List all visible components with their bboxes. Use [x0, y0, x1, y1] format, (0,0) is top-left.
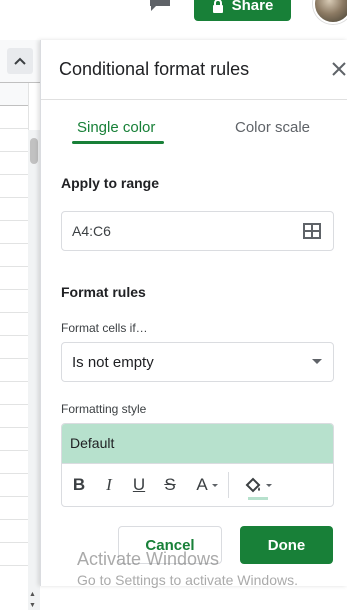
- text-color-label: A: [196, 475, 208, 494]
- panel-divider: [41, 99, 347, 100]
- dropdown-caret-icon[interactable]: [312, 359, 322, 364]
- scrollbar-thumb[interactable]: [30, 138, 38, 164]
- paint-bucket-icon: [245, 477, 261, 493]
- active-tab-indicator: [72, 141, 164, 144]
- panel-title: Conditional format rules: [59, 59, 250, 79]
- formatting-style-box: Default B I U S A: [61, 423, 334, 507]
- sheet-toolbar: [0, 40, 40, 83]
- toolbar-separator: [228, 472, 229, 498]
- conditional-format-panel: Conditional format rules Single color Co…: [40, 40, 347, 586]
- done-button[interactable]: Done: [240, 526, 333, 564]
- apply-to-range-label: Apply to range: [61, 175, 160, 191]
- condition-value[interactable]: Is not empty: [72, 354, 154, 371]
- share-button[interactable]: Share: [194, 0, 291, 21]
- close-icon[interactable]: [331, 61, 347, 77]
- select-range-grid-icon[interactable]: [303, 223, 321, 239]
- range-input[interactable]: A4:C6: [61, 211, 334, 251]
- condition-select[interactable]: Is not empty: [61, 342, 334, 382]
- text-color-button[interactable]: A: [192, 474, 222, 496]
- range-value[interactable]: A4:C6: [72, 223, 111, 239]
- column-header[interactable]: [0, 83, 28, 106]
- collapse-toolbar-button[interactable]: [7, 48, 33, 74]
- fill-color-swatch: [248, 497, 268, 500]
- text-color-caret-icon: [211, 483, 218, 487]
- underline-button[interactable]: U: [130, 474, 148, 496]
- avatar[interactable]: [313, 0, 347, 24]
- lock-icon: [212, 0, 223, 13]
- vertical-scrollbar[interactable]: [28, 130, 40, 610]
- scroll-down-arrow-icon[interactable]: ▼: [29, 602, 36, 609]
- bold-button[interactable]: B: [70, 474, 88, 496]
- style-toolbar: B I U S A: [62, 464, 333, 506]
- formatting-style-label: Formatting style: [61, 402, 147, 416]
- share-label: Share: [231, 0, 274, 14]
- top-bar: Share: [0, 0, 347, 26]
- style-preview[interactable]: Default: [62, 424, 333, 464]
- tab-single-color[interactable]: Single color: [77, 119, 155, 136]
- sheet-grid-strip: ▲ ▼: [0, 40, 40, 610]
- fill-color-caret-icon: [266, 483, 272, 487]
- format-rules-label: Format rules: [61, 284, 146, 300]
- italic-button[interactable]: I: [100, 474, 118, 496]
- format-cells-if-label: Format cells if…: [61, 321, 148, 335]
- cell-grid[interactable]: [0, 83, 29, 583]
- activate-windows-watermark: Activate Windows: [77, 549, 220, 569]
- fill-color-button[interactable]: [238, 474, 278, 496]
- comment-icon[interactable]: [148, 0, 172, 14]
- scroll-up-arrow-icon[interactable]: ▲: [29, 591, 36, 598]
- chevron-up-icon: [14, 57, 26, 65]
- strikethrough-button[interactable]: S: [161, 474, 179, 496]
- tab-color-scale[interactable]: Color scale: [235, 119, 310, 136]
- style-preview-text[interactable]: Default: [70, 435, 114, 451]
